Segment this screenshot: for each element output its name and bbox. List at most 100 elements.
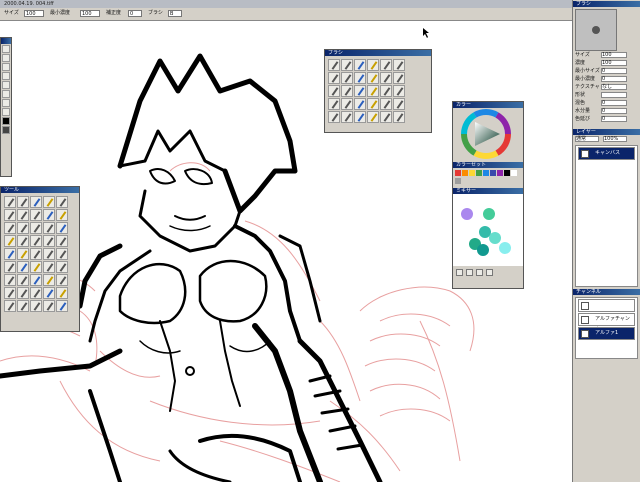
brush-tool-icon[interactable] — [354, 59, 366, 71]
brush-setting-value[interactable]: 0 — [601, 108, 627, 114]
brush-setting-value[interactable]: 0 — [601, 100, 627, 106]
brush-tool-icon[interactable] — [56, 300, 68, 312]
brush-tool-icon[interactable] — [328, 85, 340, 97]
brush-tool-icon[interactable] — [17, 261, 29, 273]
channel-item[interactable]: アルファチャンネル1 — [578, 313, 635, 333]
foreground-color-icon[interactable] — [2, 117, 10, 125]
brush-tool-icon[interactable] — [393, 72, 405, 84]
mixer-zoom-icon[interactable] — [485, 269, 493, 276]
brush-tool-icon[interactable] — [56, 196, 68, 208]
color-swatch[interactable] — [483, 170, 489, 176]
brush-tool-icon[interactable] — [4, 209, 16, 221]
brush-tool-icon[interactable] — [30, 222, 42, 234]
density-input[interactable]: 100 — [80, 10, 100, 17]
color-swatch[interactable] — [462, 170, 468, 176]
rotate-tool-icon[interactable] — [2, 108, 10, 116]
brush-tool-icon[interactable] — [30, 235, 42, 247]
brush-tool-icon[interactable] — [56, 274, 68, 286]
brush-tool-icon[interactable] — [393, 85, 405, 97]
select-tool-icon[interactable] — [2, 54, 10, 62]
visibility-eye-icon[interactable] — [581, 150, 589, 158]
brush-tool-icon[interactable] — [341, 85, 353, 97]
layer-mode-select[interactable]: 通常 — [575, 136, 599, 142]
brush-tool-icon[interactable] — [43, 300, 55, 312]
brush-tool-icon[interactable] — [354, 85, 366, 97]
brush-setting-value[interactable]: なし — [601, 84, 627, 90]
brush-tool-icon[interactable] — [328, 98, 340, 110]
brush-tool-icon[interactable] — [328, 59, 340, 71]
mixer-brush-icon[interactable] — [456, 269, 463, 276]
brush-setting-value[interactable]: 0 — [601, 76, 627, 82]
brush-tool-icon[interactable] — [354, 111, 366, 123]
brush-tool-icon[interactable] — [4, 261, 16, 273]
color-swatch[interactable] — [455, 178, 461, 184]
brush-tool-icon[interactable] — [43, 209, 55, 221]
move-tool-icon[interactable] — [2, 45, 10, 53]
color-swatch[interactable] — [476, 170, 482, 176]
correction-input[interactable]: 0 — [128, 10, 142, 17]
brush-tool-icon[interactable] — [17, 209, 29, 221]
brush-tool-icon[interactable] — [56, 287, 68, 299]
visibility-eye-icon[interactable] — [581, 330, 589, 338]
brush-tool-icon[interactable] — [17, 196, 29, 208]
brush-tool-icon[interactable] — [17, 222, 29, 234]
brush-tool-icon[interactable] — [43, 261, 55, 273]
layer-opacity-field[interactable]: 100% — [603, 136, 627, 142]
brush-tool-icon[interactable] — [17, 235, 29, 247]
brush-tool-icon[interactable] — [367, 59, 379, 71]
background-color-icon[interactable] — [2, 126, 10, 134]
brush-tool-icon[interactable] — [17, 287, 29, 299]
brush-tool-icon[interactable] — [56, 261, 68, 273]
brush-tool-icon[interactable] — [4, 300, 16, 312]
brush-type-input[interactable]: B — [168, 10, 182, 17]
brush-tool-icon[interactable] — [56, 235, 68, 247]
brush-tool-icon[interactable] — [30, 248, 42, 260]
brush-tool-icon[interactable] — [43, 248, 55, 260]
brush-setting-value[interactable]: 0 — [601, 68, 627, 74]
brush-tool-icon[interactable] — [4, 196, 16, 208]
brush-setting-value[interactable] — [601, 92, 627, 98]
brush-tool-icon[interactable] — [367, 98, 379, 110]
brush-tool-icon[interactable] — [4, 248, 16, 260]
drawing-canvas[interactable]: ブラシ ツール カラー カラーセット ミキサー — [0, 21, 572, 482]
brush-tool-icon[interactable] — [341, 59, 353, 71]
brush-tool-icon[interactable] — [17, 274, 29, 286]
mixer-eyedropper-icon[interactable] — [465, 269, 473, 276]
brush-tool-icon[interactable] — [17, 248, 29, 260]
brush-setting-value[interactable]: 100 — [601, 52, 627, 58]
brush-tool-icon[interactable] — [30, 196, 42, 208]
brush-tool-icon[interactable] — [56, 248, 68, 260]
brush-tool-icon[interactable] — [43, 287, 55, 299]
brush-tool-icon[interactable] — [367, 85, 379, 97]
brush-tool-icon[interactable] — [380, 85, 392, 97]
brush-tool-icon[interactable] — [380, 111, 392, 123]
brush-tool-icon[interactable] — [341, 98, 353, 110]
brush-tool-icon[interactable] — [354, 72, 366, 84]
brush-tool-icon[interactable] — [341, 72, 353, 84]
brush-tool-icon[interactable] — [367, 111, 379, 123]
visibility-eye-icon[interactable] — [581, 302, 589, 310]
color-swatch[interactable] — [490, 170, 496, 176]
brush-tool-icon[interactable] — [56, 222, 68, 234]
color-swatch[interactable] — [511, 170, 517, 176]
brush-tool-icon[interactable] — [43, 274, 55, 286]
channel-item[interactable]: アルファ1 — [578, 327, 635, 340]
brush-setting-value[interactable]: 100 — [601, 60, 627, 66]
lasso-tool-icon[interactable] — [2, 63, 10, 71]
brush-tool-icon[interactable] — [43, 196, 55, 208]
brush-tool-icon[interactable] — [30, 274, 42, 286]
brush-tool-icon[interactable] — [367, 72, 379, 84]
brush-tool-icon[interactable] — [354, 98, 366, 110]
brush-tool-icon[interactable] — [380, 72, 392, 84]
brush-tool-icon[interactable] — [393, 59, 405, 71]
color-swatch[interactable] — [497, 170, 503, 176]
brush-tool-icon[interactable] — [30, 209, 42, 221]
size-input[interactable]: 100 — [24, 10, 44, 17]
brush-tool-icon[interactable] — [328, 72, 340, 84]
brush-tool-icon[interactable] — [17, 300, 29, 312]
mixer-area[interactable] — [453, 194, 523, 266]
color-swatch[interactable] — [504, 170, 510, 176]
brush-tool-icon[interactable] — [4, 222, 16, 234]
hand-tool-icon[interactable] — [2, 90, 10, 98]
brush-tool-icon[interactable] — [393, 111, 405, 123]
